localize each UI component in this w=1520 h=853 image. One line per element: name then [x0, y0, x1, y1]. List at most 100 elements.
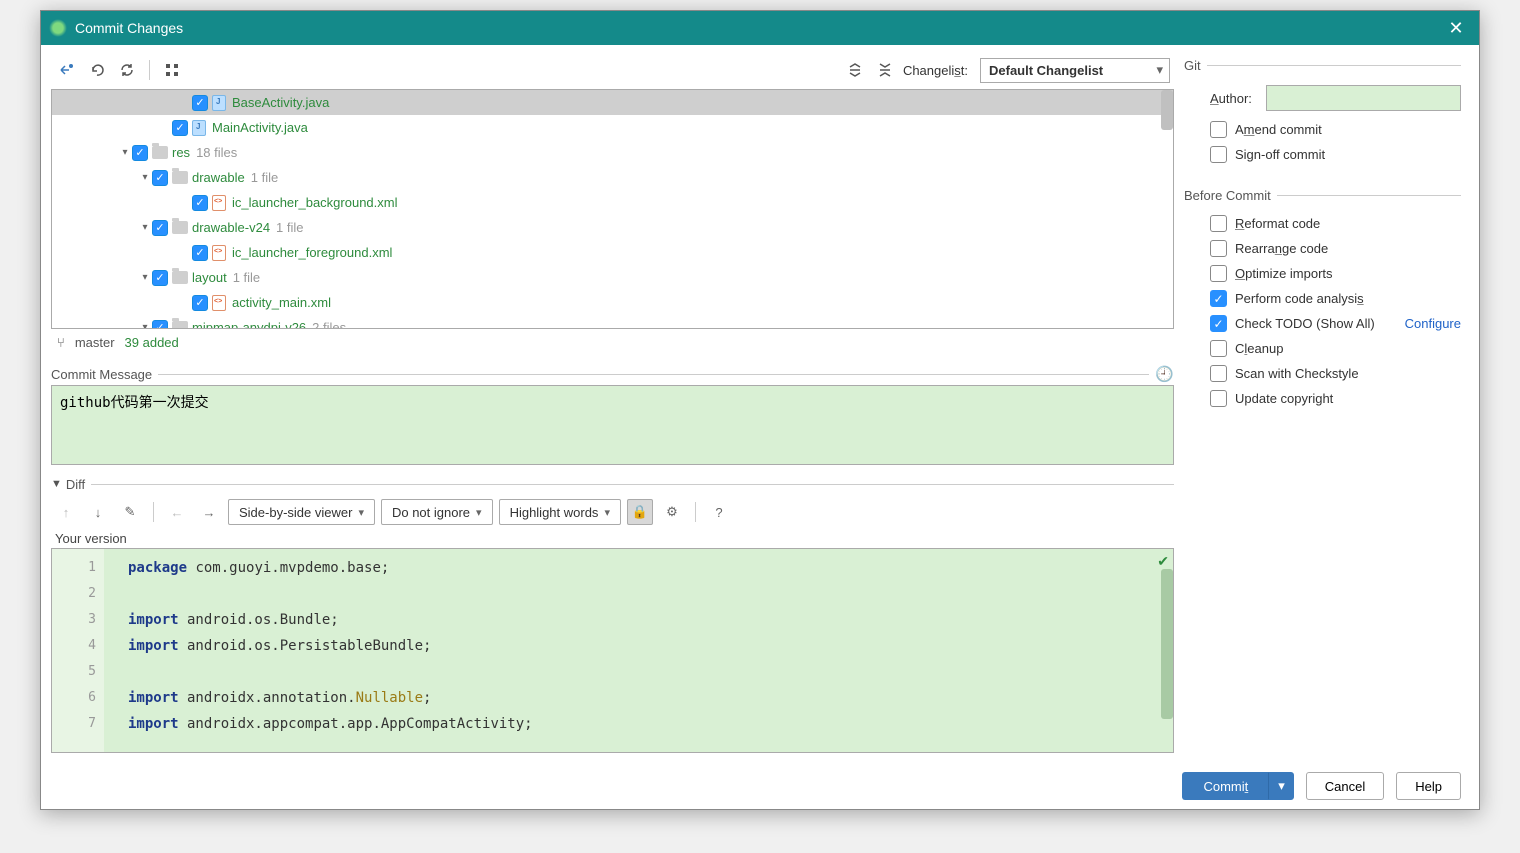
rollback-icon[interactable]: [85, 58, 109, 82]
chevron-down-icon: [178, 296, 192, 310]
chevron-down-icon[interactable]: ▾: [138, 271, 152, 285]
option-label: Optimize imports: [1235, 266, 1461, 281]
ignore-dropdown[interactable]: Do not ignore: [381, 499, 493, 525]
file-count: 2 files: [312, 320, 346, 329]
file-checkbox[interactable]: ✓: [152, 220, 168, 236]
settings-gear-icon[interactable]: ⚙: [659, 499, 685, 525]
tree-row[interactable]: ▾✓ res 18 files: [52, 140, 1173, 165]
tree-row[interactable]: ✓activity_main.xml: [52, 290, 1173, 315]
signoff-checkbox[interactable]: [1210, 146, 1227, 163]
option-row: Perform code analysis: [1184, 290, 1461, 307]
folder-icon: [152, 146, 168, 159]
tree-row[interactable]: ▾✓ layout 1 file: [52, 265, 1173, 290]
commit-split-button: Commit ▾: [1182, 772, 1293, 800]
option-checkbox[interactable]: [1210, 390, 1227, 407]
file-checkbox[interactable]: ✓: [172, 120, 188, 136]
amend-checkbox[interactable]: [1210, 121, 1227, 138]
author-input[interactable]: [1266, 85, 1461, 111]
commit-dropdown-button[interactable]: ▾: [1269, 772, 1294, 800]
signoff-row: Sign-off commit: [1184, 146, 1461, 163]
tree-row[interactable]: ✓ic_launcher_foreground.xml: [52, 240, 1173, 265]
code-panel[interactable]: 1234567 package com.guoyi.mvpdemo.base; …: [51, 548, 1174, 753]
author-row: Author:: [1184, 85, 1461, 111]
window-title: Commit Changes: [75, 20, 1441, 36]
amend-row: Amend commit: [1184, 121, 1461, 138]
option-checkbox[interactable]: [1210, 365, 1227, 382]
tree-row[interactable]: ▾✓mipmap-anydpi-v262 files: [52, 315, 1173, 329]
file-count: 18 files: [196, 145, 237, 160]
file-checkbox[interactable]: ✓: [192, 245, 208, 261]
file-checkbox[interactable]: ✓: [192, 195, 208, 211]
file-tree[interactable]: ✓BaseActivity.java✓MainActivity.java▾✓re…: [51, 89, 1174, 329]
chevron-down-icon[interactable]: ▾: [138, 321, 152, 330]
gutter: 1234567: [52, 549, 104, 752]
tree-item-name: layout: [192, 270, 227, 285]
git-section-header: Git: [1184, 55, 1461, 75]
option-row: Rearrange code: [1184, 240, 1461, 257]
lock-icon[interactable]: 🔒: [627, 499, 653, 525]
commit-message-input[interactable]: [51, 385, 1174, 465]
tree-item-name: drawable: [192, 170, 245, 185]
chevron-down-icon[interactable]: ▾: [118, 146, 132, 160]
tree-row[interactable]: ✓MainActivity.java: [52, 115, 1173, 140]
xml-file-icon: [212, 245, 226, 261]
option-label: Update copyright: [1235, 391, 1461, 406]
changelist-value: Default Changelist: [989, 63, 1103, 78]
close-button[interactable]: ✕: [1441, 13, 1471, 43]
option-row: Check TODO (Show All)Configure: [1184, 315, 1461, 332]
chevron-down-icon[interactable]: ▾: [138, 171, 152, 185]
viewer-mode-dropdown[interactable]: Side-by-side viewer: [228, 499, 375, 525]
file-count: 1 file: [233, 270, 260, 285]
footer: Commit ▾ Cancel Help: [41, 763, 1479, 809]
tree-row[interactable]: ▾✓drawable-v241 file: [52, 215, 1173, 240]
group-by-icon[interactable]: [160, 58, 184, 82]
tree-row[interactable]: ✓ ic_launcher_background.xml: [52, 190, 1173, 215]
left-column: Changelist: Default Changelist ✓BaseActi…: [51, 55, 1174, 753]
tree-item-name: res: [172, 145, 190, 160]
collapse-all-icon[interactable]: [873, 58, 897, 82]
expand-all-icon[interactable]: [843, 58, 867, 82]
file-checkbox[interactable]: ✓: [152, 320, 168, 330]
tree-row[interactable]: ✓BaseActivity.java: [52, 90, 1173, 115]
option-checkbox[interactable]: [1210, 290, 1227, 307]
branch-icon: ⑂: [57, 335, 65, 350]
history-icon[interactable]: 🕘: [1155, 365, 1174, 383]
file-checkbox[interactable]: ✓: [152, 170, 168, 186]
file-checkbox[interactable]: ✓: [192, 295, 208, 311]
option-checkbox[interactable]: [1210, 265, 1227, 282]
tree-item-name: ic_launcher_background.xml: [232, 195, 397, 210]
edit-icon[interactable]: ✎: [117, 499, 143, 525]
jump-to-source-icon[interactable]: [55, 58, 79, 82]
divider: [158, 374, 1149, 375]
commit-message-header: Commit Message 🕘: [51, 363, 1174, 385]
code-body[interactable]: package com.guoyi.mvpdemo.base; import a…: [104, 549, 1157, 752]
help-button[interactable]: Help: [1396, 772, 1461, 800]
diff-header[interactable]: ▼ Diff: [51, 473, 1174, 495]
next-file-icon[interactable]: →: [196, 499, 222, 525]
refresh-icon[interactable]: [115, 58, 139, 82]
changelist-dropdown[interactable]: Default Changelist: [980, 58, 1170, 83]
scrollbar-thumb[interactable]: [1161, 569, 1173, 719]
option-row: Reformat code: [1184, 215, 1461, 232]
file-checkbox[interactable]: ✓: [132, 145, 148, 161]
option-checkbox[interactable]: [1210, 215, 1227, 232]
file-checkbox[interactable]: ✓: [192, 95, 208, 111]
amend-label: Amend commit: [1235, 122, 1461, 137]
configure-link[interactable]: Configure: [1405, 316, 1461, 331]
option-checkbox[interactable]: [1210, 340, 1227, 357]
tree-row[interactable]: ▾✓drawable1 file: [52, 165, 1173, 190]
option-row: Cleanup: [1184, 340, 1461, 357]
help-icon[interactable]: ?: [706, 499, 732, 525]
highlight-dropdown[interactable]: Highlight words: [499, 499, 621, 525]
scrollbar-thumb[interactable]: [1161, 90, 1173, 130]
cancel-button[interactable]: Cancel: [1306, 772, 1384, 800]
next-diff-icon[interactable]: ↓: [85, 499, 111, 525]
commit-button[interactable]: Commit: [1182, 772, 1269, 800]
file-checkbox[interactable]: ✓: [152, 270, 168, 286]
toolbar: Changelist: Default Changelist: [51, 55, 1174, 85]
before-commit-header: Before Commit: [1184, 185, 1461, 205]
folder-icon: [172, 171, 188, 184]
option-checkbox[interactable]: [1210, 315, 1227, 332]
chevron-down-icon[interactable]: ▾: [138, 221, 152, 235]
option-checkbox[interactable]: [1210, 240, 1227, 257]
